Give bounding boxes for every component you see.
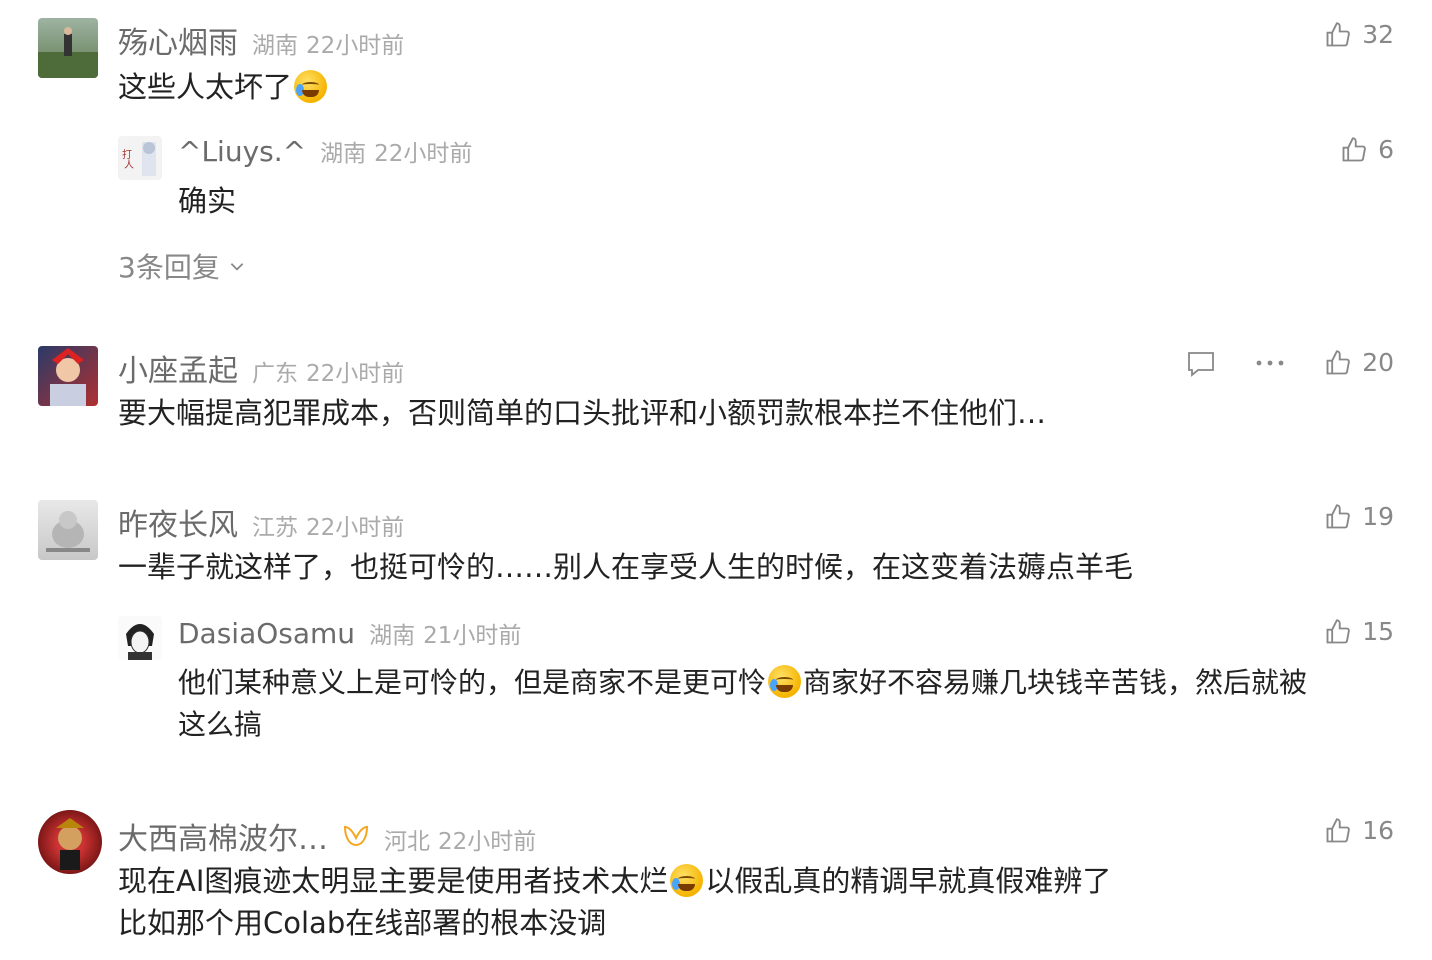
location: 河北 [384, 829, 430, 855]
like-button[interactable]: 16 [1324, 816, 1394, 845]
thumbs-up-icon [1342, 136, 1366, 161]
expand-replies-button[interactable]: 3条回复 [118, 246, 246, 286]
avatar[interactable]: 打人 [118, 136, 162, 180]
like-button[interactable]: 6 [1340, 135, 1394, 164]
reply-icon[interactable] [1186, 350, 1216, 378]
comment-text: 这些人太坏了 [118, 66, 329, 108]
username[interactable]: DasiaOsamu [178, 617, 355, 650]
reply-text: 他们某种意义上是可怜的，但是商家不是更可怜 商家好不容易赚几块钱辛苦钱，然后就被 … [178, 665, 1308, 741]
svg-text:人: 人 [124, 159, 134, 171]
more-icon[interactable] [1256, 360, 1284, 366]
comment-item: 大西高棉波尔… 河北 22小时前 16 现在AI图痕迹太明显主要是使用者技术太烂… [38, 810, 1394, 950]
avatar[interactable] [118, 616, 162, 660]
timestamp: 22小时前 [438, 829, 537, 855]
comment-text: 现在AI图痕迹太明显主要是使用者技术太烂 以假乱真的精调早就真假难辨了 比如那个用… [118, 864, 1112, 940]
username[interactable]: 大西高棉波尔… [118, 814, 328, 858]
username[interactable]: 昨夜长风 [118, 500, 238, 544]
thumbs-up-icon [1326, 21, 1351, 46]
timestamp: 22小时前 [306, 33, 405, 59]
comment-item: 昨夜长风 江苏 22小时前 19 一辈子就这样了，也挺可怜的……别人在享受人生的… [38, 500, 1394, 750]
crying-emoji-icon [768, 665, 802, 698]
comment-meta: 大西高棉波尔… 河北 22小时前 [118, 814, 536, 858]
comment-item: 殇心烟雨 湖南 22小时前 32 这些人太坏了 打人 ^Liuys.^ 湖南 2… [38, 18, 1394, 298]
chevron-down-icon [230, 263, 244, 271]
location: 广东 [252, 361, 298, 387]
like-count: 16 [1362, 816, 1394, 845]
location: 江苏 [252, 515, 298, 541]
comment-text: 一辈子就这样了，也挺可怜的……别人在享受人生的时候，在这变着法薅点羊毛 [118, 550, 1134, 584]
like-count: 20 [1362, 348, 1394, 377]
username[interactable]: ^Liuys.^ [178, 135, 306, 168]
username[interactable]: 殇心烟雨 [118, 18, 238, 62]
comment-text: 要大幅提高犯罪成本，否则简单的口头批评和小额罚款根本拦不住他们… [118, 396, 1047, 430]
comment-meta: 殇心烟雨 湖南 22小时前 [118, 18, 404, 62]
like-count: 19 [1362, 502, 1394, 531]
avatar[interactable] [38, 346, 98, 406]
like-button[interactable]: 20 [1324, 348, 1394, 377]
thumbs-up-icon [1326, 817, 1351, 842]
reply-meta: ^Liuys.^ 湖南 22小时前 [178, 134, 472, 168]
like-count: 32 [1362, 20, 1394, 49]
reply-meta: DasiaOsamu 湖南 21小时前 [178, 616, 521, 650]
reply-text: 确实 [178, 184, 237, 218]
like-button[interactable]: 19 [1324, 502, 1394, 531]
like-button[interactable]: 32 [1324, 20, 1394, 49]
timestamp: 22小时前 [306, 361, 405, 387]
location: 湖南 [320, 141, 367, 167]
thumbs-up-icon [1326, 349, 1351, 374]
avatar[interactable] [38, 500, 98, 560]
comment-meta: 小座孟起 广东 22小时前 [118, 346, 404, 390]
location: 湖南 [369, 623, 416, 649]
timestamp: 21小时前 [423, 623, 522, 649]
location: 湖南 [252, 33, 298, 59]
like-count: 15 [1362, 617, 1394, 646]
comment-item: 小座孟起 广东 22小时前 20 要大幅提高犯罪成本，否则简单的口头批评和小额罚… [38, 346, 1394, 446]
like-button[interactable]: 15 [1324, 617, 1394, 646]
comment-meta: 昨夜长风 江苏 22小时前 [118, 500, 404, 544]
thumbs-up-icon [1326, 618, 1351, 643]
avatar[interactable] [38, 18, 98, 78]
timestamp: 22小时前 [374, 141, 473, 167]
verified-badge-icon [343, 825, 369, 847]
avatar[interactable] [38, 810, 102, 874]
crying-emoji-icon [294, 70, 328, 103]
like-count: 6 [1378, 135, 1394, 164]
laughing-emoji-icon [670, 864, 704, 897]
username[interactable]: 小座孟起 [118, 346, 238, 390]
thumbs-up-icon [1326, 503, 1351, 528]
timestamp: 22小时前 [306, 515, 405, 541]
